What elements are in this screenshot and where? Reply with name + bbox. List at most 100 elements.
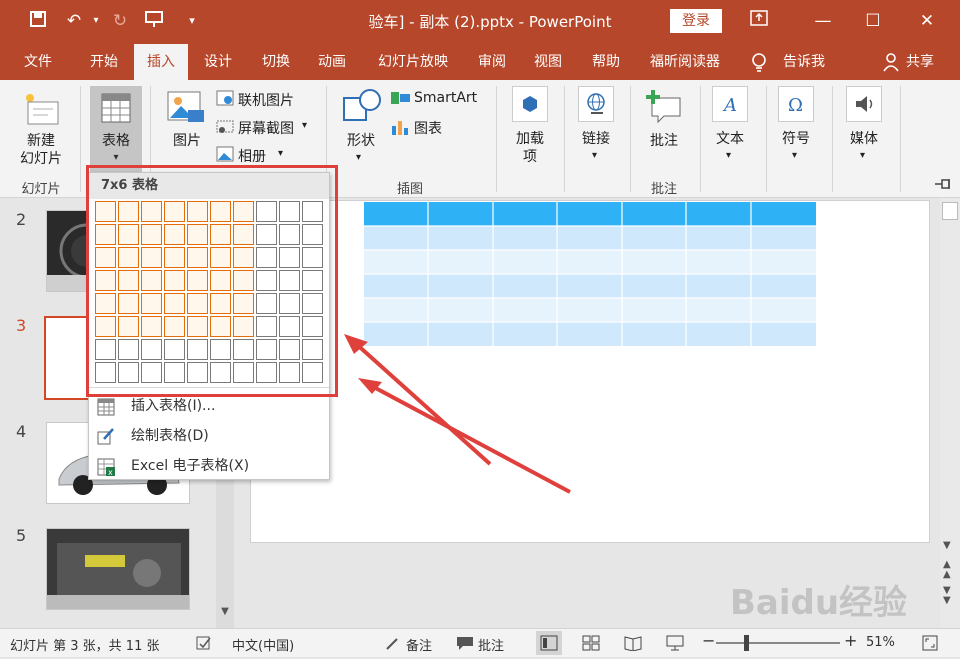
tab-review[interactable]: 审阅 (468, 44, 516, 80)
slide-thumbnail[interactable] (46, 528, 190, 610)
chevron-down-icon: ▾ (592, 150, 598, 161)
slide-number: 4 (16, 422, 27, 441)
group-label-slides: 幻灯片 (21, 182, 61, 197)
group-label-comments: 批注 (650, 182, 677, 197)
scroll-down-icon[interactable]: ▼ (943, 540, 951, 551)
text-button[interactable]: 文本 (706, 130, 754, 148)
new-slide-button[interactable]: 新建 幻灯片 (8, 132, 74, 168)
zoom-level[interactable]: 51% (866, 635, 895, 650)
menu-item-label: 绘制表格(D) (131, 428, 209, 444)
reading-view-icon[interactable] (624, 635, 642, 655)
album-button[interactable]: 相册 (238, 146, 266, 166)
tell-me-box[interactable]: 告诉我 (776, 44, 832, 80)
online-picture-button[interactable]: 联机图片 (238, 90, 294, 110)
link-button[interactable]: 链接 (572, 130, 620, 148)
screenshot-button[interactable]: 屏幕截图 (238, 118, 294, 138)
annotation-highlight-box (86, 165, 338, 397)
notes-icon (384, 635, 402, 655)
zoom-out-icon[interactable]: − (702, 631, 715, 650)
group-separator (496, 86, 497, 192)
album-icon (216, 146, 236, 164)
minimize-icon[interactable]: — (808, 8, 838, 34)
draw-table-menu-item[interactable]: 绘制表格(D) (89, 421, 329, 451)
customize-qat-icon[interactable]: ▾ (180, 10, 204, 32)
present-icon[interactable] (142, 10, 166, 32)
undo-icon[interactable]: ↶ (62, 10, 86, 32)
share-button[interactable]: 共享 (902, 44, 938, 80)
language-indicator[interactable]: 中文(中国) (232, 635, 294, 654)
tab-slideshow[interactable]: 幻灯片放映 (370, 44, 456, 80)
tab-home[interactable]: 开始 (80, 44, 128, 80)
slide-number: 2 (16, 210, 27, 229)
comments-button[interactable]: 批注 (478, 635, 504, 654)
table-preview[interactable] (364, 202, 816, 350)
normal-view-icon[interactable] (536, 631, 562, 655)
tab-transitions[interactable]: 切换 (252, 44, 300, 80)
baidu-watermark-logo: Baidu经验 (730, 575, 950, 635)
svg-text:Ω: Ω (788, 95, 803, 116)
menu-item-label: Excel 电子表格(X) (131, 458, 250, 474)
ribbon-tabs: 文件 开始 插入 设计 切换 动画 幻灯片放映 审阅 视图 帮助 福昕阅读器 告… (0, 44, 960, 80)
group-separator (900, 86, 901, 192)
svg-text:x: x (108, 468, 113, 476)
media-button[interactable]: 媒体 (840, 130, 888, 148)
spellcheck-icon[interactable] (196, 635, 214, 651)
excel-spreadsheet-menu-item[interactable]: x Excel 电子表格(X) (89, 451, 329, 481)
lightbulb-icon (750, 52, 770, 72)
table-button[interactable]: 表格 ▾ (90, 86, 142, 172)
watermark-text: Baidu经验 (730, 583, 908, 623)
tab-foxit-reader[interactable]: 福昕阅读器 (640, 44, 730, 80)
shapes-icon (340, 88, 382, 128)
login-button[interactable]: 登录 (670, 9, 722, 33)
shapes-button[interactable]: 形状 (338, 132, 384, 150)
slide-sorter-icon[interactable] (582, 635, 600, 655)
group-separator (766, 86, 767, 192)
addins-button[interactable]: 加载 项 (506, 130, 554, 166)
zoom-slider[interactable] (716, 642, 840, 644)
save-icon[interactable] (26, 10, 50, 32)
comment-button[interactable]: 批注 (640, 132, 688, 150)
slide-count-text: 幻灯片 第 3 张，共 11 张 (10, 639, 160, 654)
tab-help[interactable]: 帮助 (582, 44, 630, 80)
slide-scrollbar[interactable]: ▼ ▲ ▲ ▼ ▼ (940, 198, 960, 628)
slide-thumbnail-selected[interactable] (44, 316, 92, 400)
excel-icon: x (97, 457, 115, 477)
tab-design[interactable]: 设计 (194, 44, 242, 80)
group-separator (80, 86, 81, 192)
comments-icon (456, 635, 474, 655)
tab-insert[interactable]: 插入 (134, 44, 188, 80)
comment-icon (644, 88, 684, 128)
chevron-down-icon: ▾ (356, 152, 362, 163)
fit-to-window-icon[interactable] (922, 635, 940, 655)
window-title: 验车] - 副本 (2).pptx - PowerPoint (368, 13, 612, 31)
smartart-icon (390, 90, 412, 108)
close-icon[interactable]: ✕ (912, 8, 942, 34)
text-icon: A (712, 86, 748, 122)
chevron-down-icon: ▾ (113, 152, 119, 163)
ribbon-display-icon[interactable] (744, 8, 774, 34)
chart-button[interactable]: 图表 (414, 118, 442, 138)
tab-view[interactable]: 视图 (524, 44, 572, 80)
scroll-thumb[interactable] (942, 202, 958, 220)
zoom-slider-thumb[interactable] (744, 635, 749, 651)
tab-animations[interactable]: 动画 (308, 44, 356, 80)
screenshot-icon (216, 118, 236, 136)
table-icon (101, 93, 131, 123)
person-icon (882, 52, 902, 72)
scroll-down-icon[interactable]: ▼ (218, 606, 232, 624)
tab-file[interactable]: 文件 (14, 44, 62, 80)
maximize-icon[interactable]: ☐ (858, 8, 888, 34)
table-label: 表格 (102, 133, 130, 149)
pin-ribbon-icon[interactable] (934, 178, 956, 192)
smartart-button[interactable]: SmartArt (414, 90, 477, 106)
symbol-button[interactable]: 符号 (772, 130, 820, 148)
group-separator (630, 86, 631, 192)
table-icon (97, 397, 115, 416)
chevron-down-icon: ▾ (792, 150, 798, 161)
picture-button[interactable]: 图片 (164, 132, 210, 150)
group-separator (700, 86, 701, 192)
notes-button[interactable]: 备注 (406, 635, 432, 654)
slide-number: 5 (16, 526, 27, 545)
slideshow-icon[interactable] (666, 635, 684, 655)
undo-dropdown-icon[interactable]: ▾ (84, 10, 108, 32)
